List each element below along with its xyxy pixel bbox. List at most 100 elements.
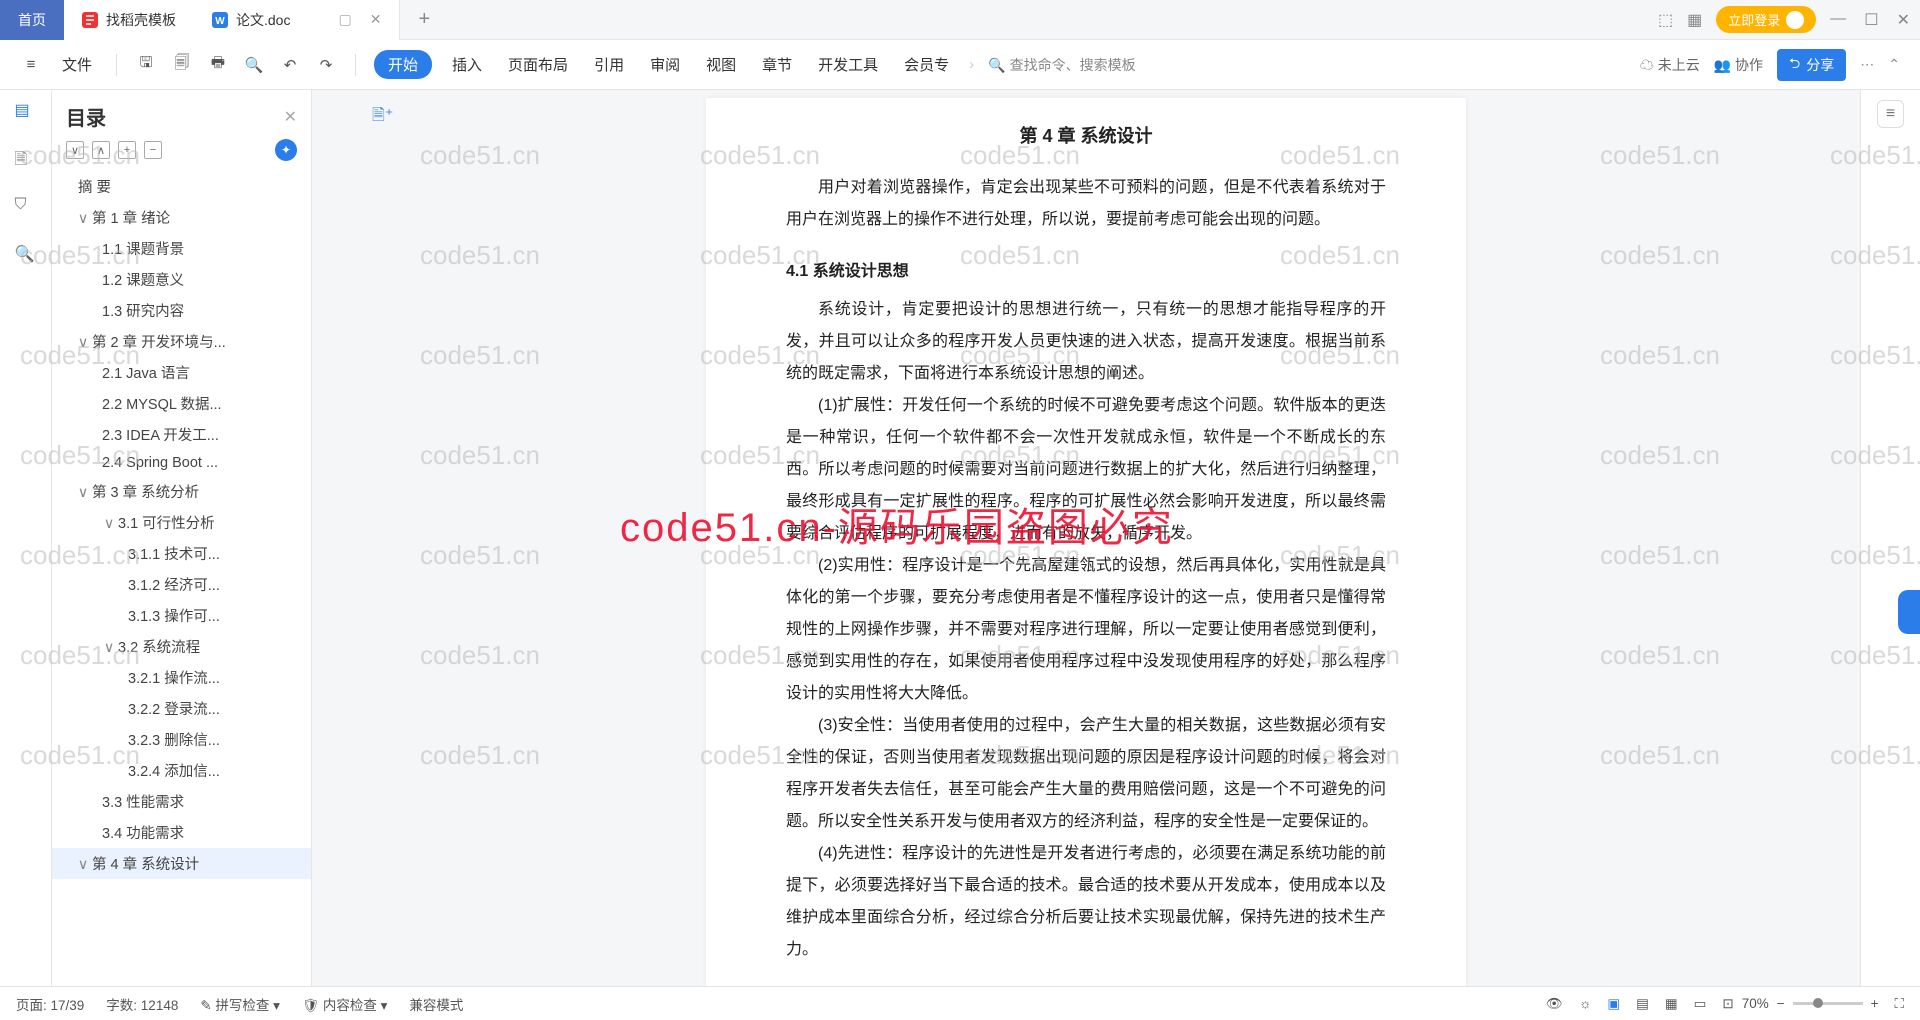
outline-body[interactable]: 摘 要∨第 1 章 绪论1.1 课题背景1.2 课题意义1.3 研究内容∨第 2…	[52, 171, 311, 986]
undo-icon[interactable]: ↶	[279, 54, 301, 76]
zoom-fit-icon[interactable]: ⊡	[1722, 996, 1733, 1012]
remove-heading-icon[interactable]: −	[144, 141, 162, 159]
outline-item[interactable]: 3.2.1 操作流...	[52, 662, 311, 693]
zoom-control[interactable]: ⊡ 70% − +	[1722, 996, 1878, 1012]
document-canvas[interactable]: 🗎⁺ 第 4 章 系统设计 用户对着浏览器操作，肯定会出现某些不可预料的问题，但…	[312, 90, 1860, 986]
outline-item[interactable]: 1.1 课题背景	[52, 233, 311, 264]
outline-title: 目录	[66, 102, 106, 131]
more-icon[interactable]: ⋯	[1860, 56, 1874, 73]
file-menu[interactable]: 文件	[56, 50, 98, 79]
outline-item[interactable]: 2.4 Spring Boot ...	[52, 450, 311, 476]
side-drawer-handle[interactable]	[1898, 590, 1920, 634]
zoom-in-icon[interactable]: +	[1871, 996, 1879, 1011]
ribbon-tab-view[interactable]: 视图	[700, 50, 742, 79]
outline-item[interactable]: 2.3 IDEA 开发工...	[52, 419, 311, 450]
login-button[interactable]: 立即登录	[1716, 6, 1816, 33]
minimize-icon[interactable]: —	[1830, 10, 1846, 30]
page-tool-icon[interactable]: 🗎⁺	[372, 104, 393, 131]
cloud-status[interactable]: ☁ 未上云	[1640, 55, 1700, 75]
search-panel-icon[interactable]: 🔍	[15, 244, 37, 266]
collab-button[interactable]: 👥 协作	[1714, 55, 1763, 75]
outline-panel: 目录 ✕ ∨ ∧ + − ✦ 摘 要∨第 1 章 绪论1.1 课题背景1.2 课…	[52, 90, 312, 986]
save-as-icon[interactable]: 🗐	[171, 54, 193, 76]
outline-ai-icon[interactable]: ✦	[275, 139, 297, 161]
outline-item[interactable]: 3.2.2 登录流...	[52, 693, 311, 724]
outline-panel-icon[interactable]: ▤	[15, 100, 37, 122]
ribbon-tab-vip[interactable]: 会员专	[898, 50, 955, 79]
new-tab-button[interactable]: +	[400, 0, 448, 40]
zoom-out-icon[interactable]: −	[1777, 996, 1785, 1011]
view-outline-icon[interactable]: ▤	[1636, 996, 1649, 1012]
outline-tools: ∨ ∧ + − ✦	[52, 139, 311, 171]
outline-item[interactable]: 2.2 MYSQL 数据...	[52, 388, 311, 419]
bookmark-icon[interactable]: ⛉	[15, 196, 37, 218]
view-web-icon[interactable]: ▦	[1665, 996, 1678, 1012]
outline-close-icon[interactable]: ✕	[284, 107, 297, 127]
save-icon[interactable]: 🖫	[135, 54, 157, 76]
share-button[interactable]: ⮌ 分享	[1777, 49, 1846, 81]
tab-template-label: 找稻壳模板	[106, 10, 176, 30]
redo-icon[interactable]: ↷	[315, 54, 337, 76]
outline-item[interactable]: 3.2.4 添加信...	[52, 755, 311, 786]
outline-item[interactable]: ∨第 4 章 系统设计	[52, 848, 311, 879]
outline-item[interactable]: ∨3.1 可行性分析	[52, 507, 311, 538]
fullscreen-icon[interactable]: ⛶	[1895, 996, 1904, 1012]
ribbon-tab-chapter[interactable]: 章节	[756, 50, 798, 79]
ribbon-tab-ref[interactable]: 引用	[588, 50, 630, 79]
tab-pin-icon[interactable]: ▢	[338, 11, 351, 28]
tab-template[interactable]: 找稻壳模板	[64, 0, 194, 40]
intro-text: 用户对着浏览器操作，肯定会出现某些不可预料的问题，但是不代表着系统对于用户在浏览…	[786, 172, 1386, 236]
outline-item[interactable]: ∨第 2 章 开发环境与...	[52, 326, 311, 357]
outline-item[interactable]: 2.1 Java 语言	[52, 357, 311, 388]
outline-item[interactable]: ∨3.2 系统流程	[52, 631, 311, 662]
view-page-icon[interactable]: ▣	[1607, 996, 1620, 1012]
menu-icon[interactable]: ≡	[20, 54, 42, 76]
spell-check[interactable]: ✎ 拼写检查 ▾	[200, 994, 280, 1014]
outline-item[interactable]: ∨第 3 章 系统分析	[52, 476, 311, 507]
close-icon[interactable]: ✕	[370, 11, 382, 28]
page-indicator[interactable]: 页面: 17/39	[16, 994, 84, 1014]
ribbon-tab-layout[interactable]: 页面布局	[502, 50, 574, 79]
clipboard-icon[interactable]: 🗎	[15, 148, 37, 170]
outline-item[interactable]: 3.4 功能需求	[52, 817, 311, 848]
ribbon-tab-dev[interactable]: 开发工具	[812, 50, 884, 79]
apps-icon[interactable]: ▦	[1687, 10, 1702, 30]
outline-item[interactable]: 3.1.2 经济可...	[52, 569, 311, 600]
outline-item[interactable]: 3.1.1 技术可...	[52, 538, 311, 569]
print-preview-icon[interactable]: 🔍	[243, 54, 265, 76]
expand-icon[interactable]: ⌃	[1888, 56, 1900, 73]
maximize-icon[interactable]: ☐	[1864, 10, 1878, 30]
outline-item[interactable]: 3.3 性能需求	[52, 786, 311, 817]
outline-item[interactable]: ∨第 1 章 绪论	[52, 202, 311, 233]
print-icon[interactable]: 🖶	[207, 54, 229, 76]
ribbon-tab-review[interactable]: 审阅	[644, 50, 686, 79]
search-command[interactable]: 🔍查找命令、搜索模板	[988, 55, 1135, 75]
close-window-icon[interactable]: ✕	[1897, 10, 1910, 30]
tab-doc[interactable]: W 论文.doc ▢ ✕	[194, 0, 400, 40]
right-menu-icon[interactable]: ≡	[1877, 100, 1904, 128]
eye-icon[interactable]: 👁	[1546, 996, 1563, 1012]
compat-mode[interactable]: 兼容模式	[409, 994, 463, 1014]
ribbon-tab-insert[interactable]: 插入	[446, 50, 488, 79]
para-5: (4)先进性：程序设计的先进性是开发者进行考虑的，必须要在满足系统功能的前提下，…	[786, 838, 1386, 966]
view-read-icon[interactable]: ▭	[1694, 996, 1707, 1012]
outline-item[interactable]: 摘 要	[52, 171, 311, 202]
collapse-all-icon[interactable]: ∨	[66, 141, 84, 159]
outline-item[interactable]: 3.2.3 删除信...	[52, 724, 311, 755]
chapter-title: 第 4 章 系统设计	[786, 118, 1386, 154]
brightness-icon[interactable]: ☼	[1579, 996, 1591, 1011]
word-count[interactable]: 字数: 12148	[106, 994, 178, 1014]
status-bar: 页面: 17/39 字数: 12148 ✎ 拼写检查 ▾ 🛡 内容检查 ▾ 兼容…	[0, 986, 1920, 1020]
ribbon-tab-start[interactable]: 开始	[374, 50, 432, 79]
tab-home[interactable]: 首页	[0, 0, 64, 40]
layout-icon[interactable]: ⬚	[1658, 10, 1673, 30]
zoom-level: 70%	[1742, 996, 1769, 1011]
expand-all-icon[interactable]: ∧	[92, 141, 110, 159]
content-check[interactable]: 🛡 内容检查 ▾	[302, 994, 387, 1014]
outline-item[interactable]: 3.1.3 操作可...	[52, 600, 311, 631]
title-bar: 首页 找稻壳模板 W 论文.doc ▢ ✕ + ⬚ ▦ 立即登录 — ☐ ✕	[0, 0, 1920, 40]
outline-item[interactable]: 1.2 课题意义	[52, 264, 311, 295]
add-heading-icon[interactable]: +	[118, 141, 136, 159]
section-title: 4.1 系统设计思想	[786, 256, 1386, 288]
outline-item[interactable]: 1.3 研究内容	[52, 295, 311, 326]
